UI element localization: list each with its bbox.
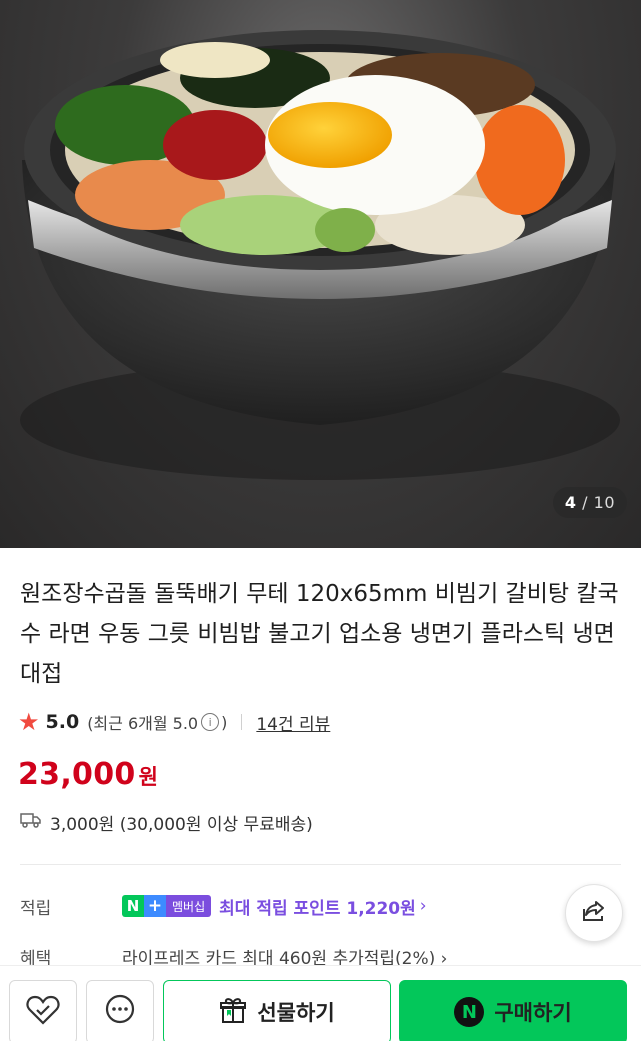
points-label: 적립	[20, 898, 52, 919]
product-image[interactable]: 4 / 10	[0, 0, 641, 548]
plus-badge: +	[144, 895, 166, 917]
image-counter-current: 4	[564, 493, 577, 512]
shipping-info: 3,000원 (30,000원 이상 무료배송)	[20, 810, 313, 835]
info-icon[interactable]: i	[201, 713, 220, 731]
membership-badge: 멤버십	[166, 895, 212, 917]
gift-button[interactable]: 선물하기	[163, 980, 391, 1041]
recent-rating-prefix: (최근 6개월 5.0	[87, 714, 199, 733]
rating-score: 5.0	[45, 711, 80, 733]
naver-n-badge: N	[122, 895, 144, 917]
image-counter-total: 10	[593, 493, 615, 512]
recent-rating-suffix: )	[221, 712, 228, 732]
divider	[241, 714, 243, 730]
chat-icon	[103, 994, 137, 1030]
price-unit: 원	[138, 765, 158, 789]
bottom-action-bar: 선물하기 N 구매하기	[0, 965, 641, 1041]
buy-button-label: 구매하기	[494, 1001, 572, 1025]
bibimbap-illustration	[20, 30, 620, 480]
star-icon: ★	[18, 708, 40, 736]
gift-icon	[219, 996, 247, 1028]
image-counter: 4 / 10	[552, 487, 627, 518]
naver-n-icon: N	[454, 997, 485, 1027]
heart-check-icon	[25, 994, 61, 1030]
truck-icon	[20, 811, 42, 834]
share-button[interactable]	[565, 884, 623, 942]
chevron-right-icon: ›	[419, 896, 427, 916]
talk-button[interactable]	[86, 980, 154, 1041]
review-link[interactable]: 14건 리뷰	[256, 710, 330, 735]
product-title: 원조장수곱돌 돌뚝배기 무테 120x65mm 비빔기 갈비탕 칼국수 라면 우…	[20, 581, 619, 687]
buy-button[interactable]: N 구매하기	[399, 980, 627, 1041]
shipping-text: 3,000원 (30,000원 이상 무료배송)	[50, 815, 313, 835]
rating-row: ★ 5.0 (최근 6개월 5.0 i ) 14건 리뷰	[18, 707, 330, 737]
share-icon	[580, 897, 608, 929]
price: 23,000 원	[18, 757, 158, 792]
points-row[interactable]: 적립 N + 멤버십 최대 적립 포인트 1,220원 ›	[20, 890, 427, 922]
gift-button-label: 선물하기	[257, 1001, 335, 1025]
price-value: 23,000	[18, 757, 136, 792]
like-button[interactable]	[9, 980, 77, 1041]
points-text[interactable]: 최대 적립 포인트 1,220원	[219, 894, 416, 919]
image-counter-separator: /	[582, 493, 589, 512]
section-divider	[20, 864, 621, 865]
